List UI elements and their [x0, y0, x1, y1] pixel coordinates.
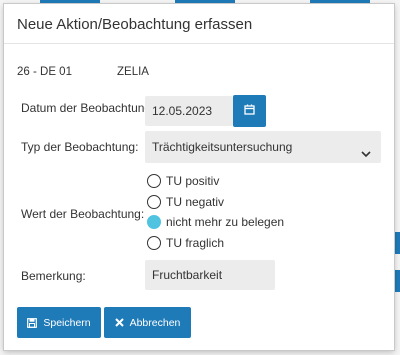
- background-tab-1: [40, 0, 100, 3]
- remark-input[interactable]: Fruchtbarkeit: [145, 260, 275, 290]
- radio-tu-fraglich[interactable]: TU fraglich: [147, 234, 224, 252]
- animal-info: 26 - DE 01 ZELIA: [17, 66, 149, 78]
- background-edge-marker-2: [395, 270, 400, 292]
- save-label: Speichern: [43, 316, 91, 329]
- dialog-title: Neue Aktion/Beobachtung erfassen: [17, 16, 253, 33]
- radio-label: TU positiv: [166, 174, 220, 188]
- radio-tu-positiv[interactable]: TU positiv: [147, 172, 219, 190]
- calendar-button[interactable]: [233, 95, 266, 127]
- radio-label: TU fraglich: [166, 236, 225, 250]
- radio-label: nicht mehr zu belegen: [166, 215, 285, 229]
- radio-circle: [147, 236, 161, 250]
- radio-nicht-mehr-zu-belegen[interactable]: nicht mehr zu belegen: [147, 213, 284, 231]
- save-button[interactable]: Speichern: [17, 307, 101, 338]
- save-icon: [27, 317, 38, 328]
- value-label: Wert der Beobachtung:: [21, 207, 145, 221]
- background-edge-marker-1: [395, 232, 400, 254]
- radio-circle-checked: [147, 215, 161, 229]
- calendar-icon: [244, 102, 255, 120]
- radio-circle: [147, 174, 161, 188]
- dialog-header: Neue Aktion/Beobachtung erfassen: [4, 4, 394, 44]
- cancel-button[interactable]: Abbrechen: [104, 307, 191, 338]
- background-tab-2: [175, 0, 235, 3]
- close-icon: [114, 318, 124, 327]
- type-label: Typ der Beobachtung:: [21, 140, 139, 154]
- remark-label: Bemerkung:: [21, 269, 86, 283]
- radio-circle: [147, 195, 161, 209]
- cancel-label: Abbrechen: [129, 316, 181, 329]
- radio-label: TU negativ: [166, 195, 225, 209]
- chevron-down-icon: [360, 140, 372, 172]
- background-tab-3: [310, 0, 370, 3]
- date-label: Datum der Beobachtung:: [21, 101, 155, 115]
- type-select-value: Trächtigkeitsuntersuchung: [152, 140, 293, 154]
- date-input[interactable]: 12.05.2023: [145, 96, 233, 126]
- animal-id: 26 - DE 01: [17, 66, 72, 78]
- observation-dialog: Neue Aktion/Beobachtung erfassen 26 - DE…: [4, 4, 394, 350]
- radio-tu-negativ[interactable]: TU negativ: [147, 193, 224, 211]
- type-select[interactable]: Trächtigkeitsuntersuchung: [145, 131, 381, 163]
- animal-name: ZELIA: [117, 66, 149, 78]
